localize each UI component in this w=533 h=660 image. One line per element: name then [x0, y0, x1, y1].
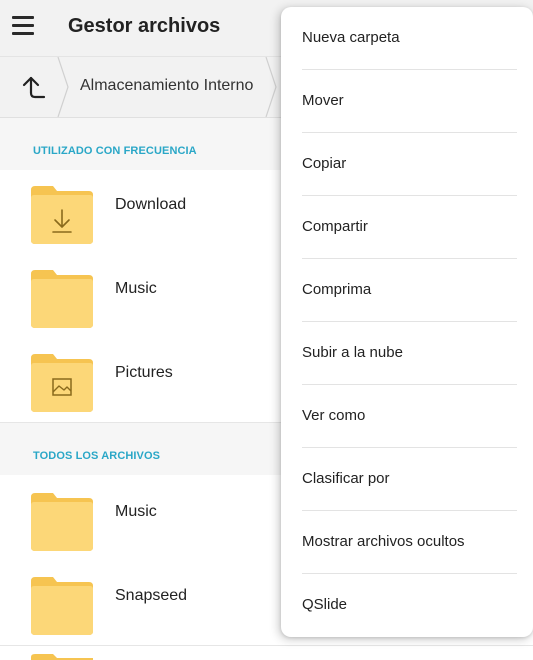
folder-icon — [31, 493, 93, 551]
section-header-label: TODOS LOS ARCHIVOS — [33, 450, 161, 462]
menu-item-show-hidden-files[interactable]: Mostrar archivos ocultos — [281, 511, 533, 574]
menu-item-label: Comprima — [302, 281, 372, 298]
breadcrumb-separator — [57, 57, 69, 117]
menu-item-share[interactable]: Compartir — [281, 196, 533, 259]
file-manager-app: Gestor archivos Almacenamiento Interno U… — [0, 0, 533, 660]
menu-item-label: Nueva carpeta — [302, 29, 400, 46]
folder-icon — [31, 577, 93, 635]
arrow-up-icon[interactable] — [20, 73, 48, 101]
menu-item-label: Compartir — [302, 218, 368, 235]
app-title: Gestor archivos — [68, 15, 221, 37]
folder-icon — [31, 270, 93, 328]
menu-item-compress[interactable]: Comprima — [281, 259, 533, 322]
list-item-label: Snapseed — [115, 587, 188, 604]
menu-item-label: Ver como — [302, 407, 366, 424]
menu-item-label: Mostrar archivos ocultos — [302, 533, 465, 550]
breadcrumb-separator — [265, 57, 277, 117]
hamburger-menu-icon[interactable] — [12, 16, 36, 38]
folder-icon — [31, 654, 93, 660]
menu-item-label: Mover — [302, 92, 344, 109]
overflow-menu: Nueva carpeta Mover Copiar Compartir Com… — [281, 7, 533, 637]
menu-item-sort-by[interactable]: Clasificar por — [281, 448, 533, 511]
menu-item-copy[interactable]: Copiar — [281, 133, 533, 196]
menu-item-label: Clasificar por — [302, 470, 390, 487]
list-item-label: Music — [115, 280, 157, 297]
list-item-label: Download — [115, 196, 187, 213]
menu-item-label: Copiar — [302, 155, 347, 172]
folder-image-icon — [31, 354, 93, 412]
breadcrumb-item-internal-storage[interactable]: Almacenamiento Interno — [80, 77, 253, 95]
folder-download-icon — [31, 186, 93, 244]
menu-item-move[interactable]: Mover — [281, 70, 533, 133]
list-item-label: Music — [115, 503, 157, 520]
menu-item-view-as[interactable]: Ver como — [281, 385, 533, 448]
menu-item-qslide[interactable]: QSlide — [281, 574, 533, 637]
section-header-label: UTILIZADO CON FRECUENCIA — [33, 145, 197, 157]
menu-item-upload-cloud[interactable]: Subir a la nube — [281, 322, 533, 385]
menu-item-label: Subir a la nube — [302, 344, 403, 361]
menu-item-new-folder[interactable]: Nueva carpeta — [281, 7, 533, 70]
menu-item-label: QSlide — [302, 596, 348, 613]
list-item-label: Pictures — [115, 364, 173, 381]
